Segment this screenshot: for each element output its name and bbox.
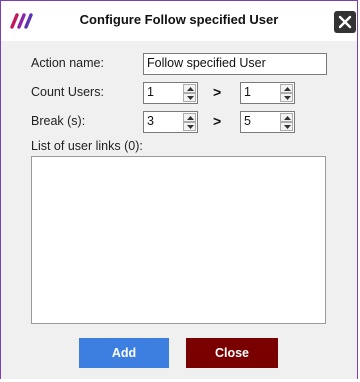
- user-links-textarea[interactable]: [31, 156, 326, 324]
- break-label: Break (s):: [31, 114, 86, 128]
- arrow-up-icon: [284, 116, 291, 120]
- arrow-down-icon: [187, 125, 194, 129]
- arrow-down-icon: [187, 96, 194, 100]
- count-users-max-spinner[interactable]: 1: [240, 82, 295, 104]
- arrow-down-icon: [284, 125, 291, 129]
- dialog-content: Action name: Follow specified User Count…: [1, 41, 357, 379]
- break-max-spinner[interactable]: 5: [240, 111, 295, 133]
- spin-up-button[interactable]: [280, 113, 293, 122]
- count-users-label: Count Users:: [31, 85, 104, 99]
- spin-down-button[interactable]: [183, 93, 196, 102]
- spin-up-button[interactable]: [280, 84, 293, 93]
- count-users-min-value: 1: [147, 85, 154, 99]
- action-name-input[interactable]: Follow specified User: [143, 53, 327, 75]
- close-x-icon[interactable]: [334, 11, 356, 33]
- spin-up-button[interactable]: [183, 84, 196, 93]
- spin-down-button[interactable]: [183, 122, 196, 131]
- close-button[interactable]: Close: [186, 338, 278, 368]
- count-users-min-spinner[interactable]: 1: [143, 82, 198, 104]
- range-separator: >: [213, 84, 222, 100]
- title-bar: Configure Follow specified User: [1, 1, 357, 41]
- user-links-label: List of user links (0):: [31, 139, 143, 153]
- count-users-max-value: 1: [244, 85, 251, 99]
- range-separator: >: [213, 113, 222, 129]
- dialog-title: Configure Follow specified User: [79, 12, 279, 27]
- arrow-up-icon: [187, 87, 194, 91]
- break-min-value: 3: [147, 114, 154, 128]
- spin-down-button[interactable]: [280, 122, 293, 131]
- arrow-down-icon: [284, 96, 291, 100]
- add-button[interactable]: Add: [79, 338, 169, 368]
- action-name-label: Action name:: [31, 56, 104, 70]
- arrow-up-icon: [187, 116, 194, 120]
- break-max-value: 5: [244, 114, 251, 128]
- configure-dialog: Configure Follow specified User Action n…: [0, 0, 358, 379]
- spin-up-button[interactable]: [183, 113, 196, 122]
- break-min-spinner[interactable]: 3: [143, 111, 198, 133]
- spin-down-button[interactable]: [280, 93, 293, 102]
- arrow-up-icon: [284, 87, 291, 91]
